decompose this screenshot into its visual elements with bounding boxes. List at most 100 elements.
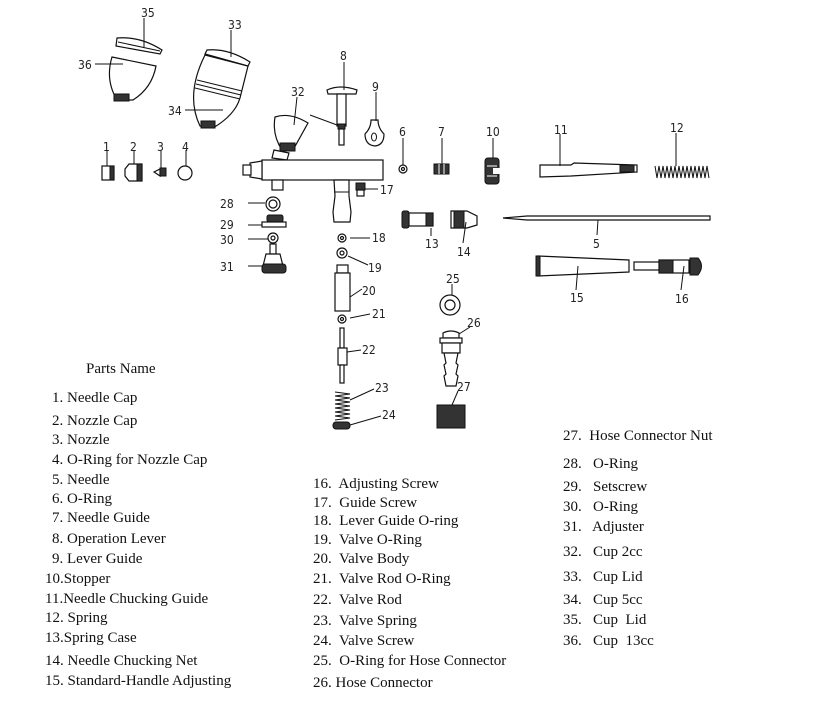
callout-34: 34 <box>168 104 182 118</box>
callout-27: 27 <box>457 380 471 394</box>
callout-24: 24 <box>382 408 396 422</box>
part-28-o-ring <box>265 196 281 212</box>
callout-12: 12 <box>670 121 684 135</box>
callout-16: 16 <box>675 292 689 306</box>
part-7-needle-guide <box>433 163 450 175</box>
part-entry: 14. Needle Chucking Net <box>45 653 198 669</box>
callout-30: 30 <box>220 233 234 247</box>
part-16-adjusting-screw <box>633 257 702 276</box>
part-11-needle-chucking-guide <box>539 162 638 178</box>
callout-17: 17 <box>380 183 394 197</box>
part-entry: 17. Guide Screw <box>313 495 418 511</box>
part-24-valve-screw <box>332 421 351 430</box>
part-35-cup-lid <box>115 37 163 55</box>
part-entry: 11.Needle Chucking Guide <box>45 591 209 607</box>
part-entry: 2. Nozzle Cap <box>52 413 138 429</box>
callout-7: 7 <box>438 125 445 139</box>
part-entry: 8. Operation Lever <box>52 531 166 547</box>
part-19-valve-o-ring <box>336 247 348 259</box>
callout-28: 28 <box>220 197 234 211</box>
leader-lines <box>95 18 685 426</box>
part-entry: 15. Standard-Handle Adjusting <box>45 673 232 689</box>
part-20-valve-body <box>334 264 351 312</box>
part-entry: 36. Cup 13cc <box>563 633 654 649</box>
part-entry: 5. Needle <box>52 472 110 488</box>
part-17-guide-screw <box>355 182 366 197</box>
part-entry: 31. Adjuster <box>563 519 644 535</box>
part-entry: 26. Hose Connector <box>313 675 433 691</box>
part-entry: 12. Spring <box>45 610 108 626</box>
callout-10: 10 <box>486 125 500 139</box>
callout-20: 20 <box>362 284 376 298</box>
part-entry: 9. Lever Guide <box>52 551 143 567</box>
part-13-spring-case <box>401 210 434 229</box>
callout-19: 19 <box>368 261 382 275</box>
part-entry: 10.Stopper <box>45 571 111 587</box>
part-21-valve-rod-o-ring <box>337 314 347 324</box>
part-1-needle-cap-ring <box>109 165 115 181</box>
part-entry: 23. Valve Spring <box>313 613 417 629</box>
part-12-spring <box>654 165 710 179</box>
part-entry: 18. Lever Guide O-ring <box>313 513 459 529</box>
callout-13: 13 <box>425 237 439 251</box>
part-10-stopper <box>484 157 500 185</box>
part-entry: 33. Cup Lid <box>563 569 643 585</box>
part-entry: 24. Valve Screw <box>313 633 415 649</box>
callout-11: 11 <box>554 123 568 137</box>
part-4-o-ring-nozzle-cap <box>177 165 193 181</box>
part-entry: 29. Setscrew <box>563 479 648 495</box>
callout-18: 18 <box>372 231 386 245</box>
callout-2: 2 <box>130 140 137 154</box>
part-18-lever-guide-o-ring <box>337 233 347 243</box>
part-8-operation-lever <box>309 86 358 146</box>
callout-21: 21 <box>372 307 386 321</box>
part-22-valve-rod <box>337 327 348 384</box>
part-9-lever-guide <box>364 119 385 147</box>
part-31-adjuster <box>261 243 287 274</box>
part-6-o-ring <box>398 164 408 174</box>
part-entry: 30. O-Ring <box>563 499 638 515</box>
callout-1: 1 <box>103 140 110 154</box>
part-34-cup-5cc <box>192 54 249 129</box>
part-entry: 25. O-Ring for Hose Connector <box>313 653 507 669</box>
callout-15: 15 <box>570 291 584 305</box>
callout-9: 9 <box>372 80 379 94</box>
part-entry: 21. Valve Rod O-Ring <box>313 571 451 587</box>
callout-31: 31 <box>220 260 234 274</box>
part-entry: 3. Nozzle <box>52 432 110 448</box>
part-entry: 22. Valve Rod <box>313 592 402 608</box>
callout-22: 22 <box>362 343 376 357</box>
part-2-nozzle-cap <box>124 163 143 182</box>
part-entry: 6. O-Ring <box>52 491 112 507</box>
part-32-cup-2cc <box>271 114 309 161</box>
part-15-handle <box>535 255 630 277</box>
callout-32: 32 <box>291 85 305 99</box>
part-23-valve-spring <box>334 391 351 421</box>
part-entry: 34. Cup 5cc <box>563 592 643 608</box>
callout-25: 25 <box>446 272 460 286</box>
callout-4: 4 <box>182 140 189 154</box>
parts-name-heading: Parts Name <box>86 361 156 377</box>
callout-26: 26 <box>467 316 481 330</box>
part-entry: 13.Spring Case <box>45 630 137 646</box>
callout-33: 33 <box>228 18 242 32</box>
part-26-hose-connector <box>439 330 463 387</box>
part-30-o-ring <box>267 232 279 244</box>
callout-36: 36 <box>78 58 92 72</box>
callout-5: 5 <box>593 237 600 251</box>
callout-14: 14 <box>457 245 471 259</box>
part-3-nozzle <box>152 167 167 178</box>
callout-29: 29 <box>220 218 234 232</box>
part-14-needle-chucking-net <box>450 210 478 229</box>
callout-35: 35 <box>141 6 155 20</box>
part-entry: 4. O-Ring for Nozzle Cap <box>52 452 208 468</box>
part-5-needle <box>502 215 711 221</box>
callout-3: 3 <box>157 140 164 154</box>
part-entry: 27. Hose Connector Nut <box>563 428 713 444</box>
part-29-setscrew <box>261 214 287 228</box>
part-entry: 16. Adjusting Screw <box>313 476 439 492</box>
part-entry: 32. Cup 2cc <box>563 544 643 560</box>
callout-23: 23 <box>375 381 389 395</box>
part-entry: 28. O-Ring <box>563 456 638 472</box>
part-25-o-ring-hose-connector <box>439 294 461 316</box>
